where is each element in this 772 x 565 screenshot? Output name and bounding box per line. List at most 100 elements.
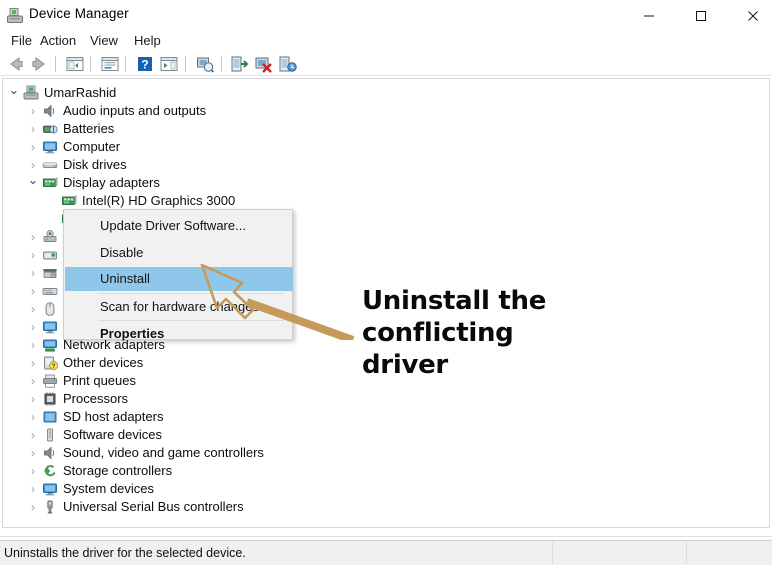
card-reader-icon bbox=[42, 247, 58, 263]
svg-text:?: ? bbox=[52, 364, 56, 370]
toolbar-separator bbox=[221, 56, 222, 72]
context-menu-item-update-driver[interactable]: Update Driver Software... bbox=[65, 214, 293, 238]
menu-view[interactable]: View bbox=[85, 32, 123, 49]
tree-row[interactable]: › Processors bbox=[3, 390, 769, 408]
sd-host-icon bbox=[42, 409, 58, 425]
chevron-right-icon[interactable]: › bbox=[27, 480, 39, 498]
tree-row[interactable]: › Sound, video and game controllers bbox=[3, 444, 769, 462]
menu-help[interactable]: Help bbox=[129, 32, 166, 49]
tree-row[interactable]: › System devices bbox=[3, 480, 769, 498]
tree-row-label: Disk drives bbox=[63, 157, 127, 172]
tree-row[interactable]: ⌄ UmarRashid bbox=[3, 83, 769, 102]
computer-tower-icon bbox=[23, 85, 39, 101]
chevron-down-icon[interactable]: ⌄ bbox=[27, 173, 39, 192]
chevron-right-icon[interactable]: › bbox=[27, 282, 39, 300]
monitor-icon bbox=[42, 319, 58, 335]
help-icon[interactable]: ? bbox=[134, 54, 156, 74]
window-title: Device Manager bbox=[29, 6, 129, 21]
tree-row-label: System devices bbox=[63, 481, 155, 496]
uninstall-device-icon[interactable] bbox=[253, 54, 275, 74]
tree-row-label: Intel(R) HD Graphics 3000 bbox=[82, 193, 236, 208]
svg-text:?: ? bbox=[141, 58, 148, 72]
toolbar-separator bbox=[90, 56, 91, 72]
toolbar-separator bbox=[55, 56, 56, 72]
statusbar-top-divider bbox=[0, 536, 772, 537]
toolbar-separator bbox=[125, 56, 126, 72]
tree-row[interactable]: ⌄ Display adapters bbox=[3, 173, 769, 192]
disable-device-icon[interactable] bbox=[229, 54, 251, 74]
chevron-right-icon[interactable]: › bbox=[27, 354, 39, 372]
tree-row[interactable]: › Batteries bbox=[3, 120, 769, 138]
menu-action[interactable]: Action bbox=[35, 32, 81, 49]
tree-row[interactable]: › Computer bbox=[3, 138, 769, 156]
status-cell-3 bbox=[687, 542, 772, 564]
disk-drive-icon bbox=[42, 157, 58, 173]
tree-row-label: Other devices bbox=[63, 355, 144, 370]
show-hide-console-tree-icon[interactable] bbox=[64, 54, 86, 74]
chevron-right-icon[interactable]: › bbox=[27, 444, 39, 462]
unknown-device-icon: ? bbox=[42, 355, 59, 371]
chevron-right-icon[interactable]: › bbox=[27, 120, 39, 138]
close-button[interactable] bbox=[730, 0, 772, 32]
toolbar-separator bbox=[185, 56, 186, 72]
imaging-device-icon bbox=[42, 265, 58, 281]
tree-row[interactable]: › Storage controllers bbox=[3, 462, 769, 480]
tree-row-label: Software devices bbox=[63, 427, 162, 442]
tree-row-label: Audio inputs and outputs bbox=[63, 103, 207, 118]
chevron-right-icon[interactable]: › bbox=[27, 408, 39, 426]
back-arrow-icon[interactable] bbox=[5, 54, 27, 74]
update-driver-icon[interactable] bbox=[194, 54, 216, 74]
chevron-right-icon[interactable]: › bbox=[27, 336, 39, 354]
chevron-right-icon[interactable]: › bbox=[27, 372, 39, 390]
chevron-right-icon[interactable]: › bbox=[27, 300, 39, 318]
tree-row-label: SD host adapters bbox=[63, 409, 164, 424]
network-adapter-icon bbox=[42, 337, 58, 353]
tree-row[interactable]: › Audio inputs and outputs bbox=[3, 102, 769, 120]
chevron-down-icon[interactable]: ⌄ bbox=[8, 83, 20, 102]
monitor-icon bbox=[42, 481, 58, 497]
annotation-arrow-icon bbox=[190, 250, 360, 344]
usb-icon bbox=[42, 499, 58, 515]
chevron-right-icon[interactable]: › bbox=[27, 318, 39, 336]
chevron-right-icon[interactable]: › bbox=[27, 264, 39, 282]
chevron-right-icon[interactable]: › bbox=[27, 426, 39, 444]
scan-hardware-changes-icon[interactable] bbox=[277, 54, 299, 74]
status-cell-message: Uninstalls the driver for the selected d… bbox=[0, 542, 553, 564]
annotation-text: Uninstall the conflicting driver bbox=[362, 286, 547, 380]
tree-row-label: Print queues bbox=[63, 373, 136, 388]
battery-icon bbox=[42, 121, 58, 137]
tree-row[interactable]: › Software devices bbox=[3, 426, 769, 444]
storage-controller-icon bbox=[42, 463, 58, 479]
tree-row[interactable]: › Universal Serial Bus controllers bbox=[3, 498, 769, 516]
chevron-right-icon[interactable]: › bbox=[27, 390, 39, 408]
chevron-right-icon[interactable]: › bbox=[27, 498, 39, 516]
chevron-right-icon[interactable]: › bbox=[27, 102, 39, 120]
keyboard-icon bbox=[42, 283, 58, 299]
tree-row-label: Display adapters bbox=[63, 175, 160, 190]
tree-row[interactable]: › Disk drives bbox=[3, 156, 769, 174]
monitor-icon bbox=[42, 139, 58, 155]
processor-icon bbox=[42, 391, 58, 407]
software-device-icon bbox=[42, 427, 58, 443]
speaker-icon bbox=[42, 103, 58, 119]
menu-file[interactable]: File bbox=[6, 32, 37, 49]
device-manager-window: Device Manager File Action View Help ? ⌄… bbox=[0, 0, 772, 565]
tree-row[interactable]: Intel(R) HD Graphics 3000 bbox=[3, 192, 769, 210]
properties-icon[interactable] bbox=[99, 54, 121, 74]
chevron-right-icon[interactable]: › bbox=[27, 246, 39, 264]
device-manager-icon bbox=[6, 7, 24, 25]
speaker-icon bbox=[42, 445, 58, 461]
maximize-button[interactable] bbox=[678, 0, 724, 32]
chevron-right-icon[interactable]: › bbox=[27, 462, 39, 480]
status-message: Uninstalls the driver for the selected d… bbox=[4, 546, 246, 560]
tree-row-label: Computer bbox=[63, 139, 121, 154]
chevron-right-icon[interactable]: › bbox=[27, 138, 39, 156]
mouse-icon bbox=[42, 301, 58, 317]
scan-icon[interactable] bbox=[158, 54, 180, 74]
toolbar: ? bbox=[0, 52, 772, 76]
chevron-right-icon[interactable]: › bbox=[27, 228, 39, 246]
forward-arrow-icon[interactable] bbox=[28, 54, 50, 74]
tree-row[interactable]: › SD host adapters bbox=[3, 408, 769, 426]
status-bar: Uninstalls the driver for the selected d… bbox=[0, 540, 772, 565]
minimize-button[interactable] bbox=[626, 0, 672, 32]
